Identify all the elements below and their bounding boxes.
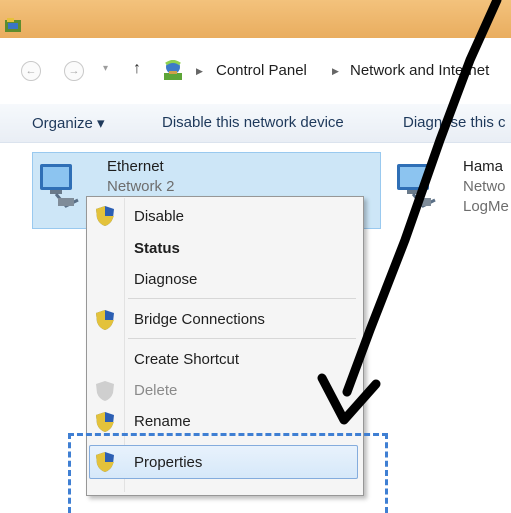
menu-item-rename[interactable]: Rename xyxy=(134,413,191,430)
back-button[interactable]: ← xyxy=(21,61,41,81)
menu-item-bridge-connections[interactable]: Bridge Connections xyxy=(134,311,265,328)
breadcrumb-separator-icon: ▶ xyxy=(332,66,339,76)
adapter-hama-network: Netwo xyxy=(463,178,506,195)
adapter-hama-device: LogMe xyxy=(463,198,509,215)
adapter-hama-name[interactable]: Hama xyxy=(463,158,503,175)
annotation-dashed-box xyxy=(68,433,388,513)
organize-button[interactable]: Organize ▾ xyxy=(32,114,105,132)
uac-shield-icon xyxy=(96,381,114,401)
menu-item-disable[interactable]: Disable xyxy=(134,208,184,225)
up-button[interactable]: ↑ xyxy=(133,60,141,78)
window-title-bar xyxy=(0,0,511,38)
uac-shield-icon xyxy=(96,412,114,432)
menu-item-delete: Delete xyxy=(134,382,178,399)
adapter-ethernet-network: Network 2 xyxy=(107,178,175,195)
menu-item-status[interactable]: Status xyxy=(134,240,180,257)
network-adapter-icon xyxy=(40,164,79,208)
recent-locations-dropdown[interactable]: ▾ xyxy=(103,63,108,74)
uac-shield-icon xyxy=(96,206,114,226)
diagnose-connection-button[interactable]: Diagnose this c xyxy=(403,114,506,131)
breadcrumb-separator-icon: ▶ xyxy=(196,66,203,76)
breadcrumb-control-panel[interactable]: Control Panel xyxy=(216,62,307,79)
breadcrumb-network-and-internet[interactable]: Network and Internet xyxy=(350,62,489,79)
menu-item-create-shortcut[interactable]: Create Shortcut xyxy=(134,351,239,368)
control-panel-icon xyxy=(164,60,182,80)
menu-separator xyxy=(128,298,356,299)
disable-device-button[interactable]: Disable this network device xyxy=(162,114,344,131)
forward-button[interactable]: → xyxy=(64,61,84,81)
menu-separator xyxy=(128,338,356,339)
network-folder-icon xyxy=(5,18,21,32)
uac-shield-icon xyxy=(96,310,114,330)
adapter-ethernet-name: Ethernet xyxy=(107,158,164,175)
network-adapter-icon xyxy=(397,164,436,208)
menu-item-diagnose[interactable]: Diagnose xyxy=(134,271,197,288)
